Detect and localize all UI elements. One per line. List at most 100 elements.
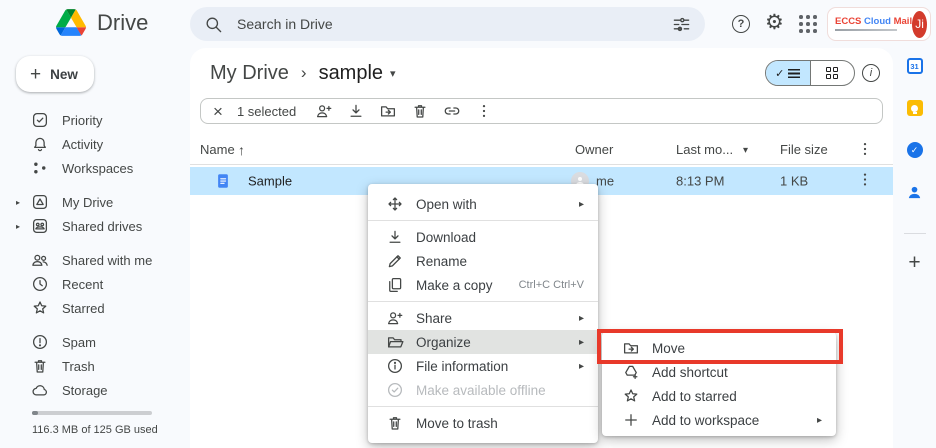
copy-icon <box>386 276 404 294</box>
sidebar-item-my-drive[interactable]: ▸ My Drive <box>0 190 190 214</box>
submenu-caret-icon: ▸ <box>579 313 584 324</box>
menu-item-open-with[interactable]: Open with ▸ <box>368 192 598 216</box>
trash-icon <box>386 414 404 432</box>
file-table-header: Name ↑ Owner Last mo... ▾ File size <box>190 140 893 165</box>
star-icon <box>622 387 640 405</box>
sidebar-group: Priority Activity Workspaces <box>0 108 190 180</box>
menu-item-label: Add to workspace <box>652 413 805 428</box>
sidebar-item-storage[interactable]: Storage <box>0 378 190 402</box>
menu-item-label: Move to trash <box>416 416 584 431</box>
new-button-label: New <box>50 67 78 82</box>
menu-item-rename[interactable]: Rename <box>368 249 598 273</box>
my-drive-icon <box>31 193 49 211</box>
sidebar-item-spam[interactable]: Spam <box>0 330 190 354</box>
menu-item-label: Rename <box>416 254 584 269</box>
sort-ascending-icon[interactable]: ↑ <box>238 142 245 158</box>
folder-menu-caret-icon[interactable]: ▾ <box>390 67 396 80</box>
account-badge[interactable]: ECCS Cloud Mail Ji <box>827 7 931 41</box>
sidebar-item-starred[interactable]: Starred <box>0 296 190 320</box>
search-input[interactable] <box>235 15 660 33</box>
download-icon <box>386 228 404 246</box>
tasks-icon[interactable]: ✓ <box>907 142 923 158</box>
calendar-icon[interactable]: 31 <box>907 58 923 74</box>
sidebar-group: Spam Trash Storage <box>0 330 190 402</box>
person-add-icon <box>386 309 404 327</box>
spam-icon <box>31 333 49 351</box>
column-header-owner[interactable]: Owner <box>575 142 613 157</box>
breadcrumb-root[interactable]: My Drive <box>210 62 289 85</box>
menu-item-organize[interactable]: Organize ▸ <box>368 330 598 354</box>
modified-caret-icon[interactable]: ▾ <box>743 145 748 156</box>
column-header-modified[interactable]: Last mo... <box>676 142 733 157</box>
plus-icon: + <box>30 65 41 84</box>
help-icon[interactable]: ? <box>732 15 750 33</box>
dots-vertical-icon <box>856 140 874 158</box>
get-addons-button[interactable]: + <box>908 251 920 275</box>
details-info-icon[interactable]: i <box>862 64 880 82</box>
menu-item-share[interactable]: Share ▸ <box>368 306 598 330</box>
keep-icon[interactable] <box>907 100 923 116</box>
sidebar-item-shared-drives[interactable]: ▸ Shared drives <box>0 214 190 238</box>
view-toggle: ✓ <box>765 60 855 86</box>
sidebar-item-shared-with-me[interactable]: Shared with me <box>0 248 190 272</box>
user-avatar[interactable]: Ji <box>912 11 927 38</box>
column-header-name[interactable]: Name <box>200 142 235 157</box>
sidebar-item-recent[interactable]: Recent <box>0 272 190 296</box>
clear-selection-icon[interactable]: × <box>213 103 223 120</box>
move-button[interactable] <box>372 99 404 123</box>
star-icon <box>31 299 49 317</box>
top-bar: Drive ? ⚙ ECCS Cloud Mail <box>0 0 936 48</box>
menu-item-download[interactable]: Download <box>368 225 598 249</box>
link-icon <box>443 102 461 120</box>
submenu-item-add-shortcut[interactable]: Add shortcut <box>602 360 836 384</box>
sidebar-item-activity[interactable]: Activity <box>0 132 190 156</box>
breadcrumb-current[interactable]: sample <box>319 62 383 85</box>
menu-item-file-information[interactable]: File information ▸ <box>368 354 598 378</box>
list-view-button[interactable]: ✓ <box>766 61 811 85</box>
row-more-button[interactable] <box>856 171 874 192</box>
people-icon <box>31 251 49 269</box>
new-button[interactable]: + New <box>16 56 94 92</box>
menu-item-label: Make a copy <box>416 278 507 293</box>
sidebar-item-label: Trash <box>62 359 95 374</box>
submenu-item-add-to-starred[interactable]: Add to starred <box>602 384 836 408</box>
account-tagline-line <box>835 29 897 31</box>
column-header-size[interactable]: File size <box>780 142 828 157</box>
download-icon <box>347 102 365 120</box>
priority-icon <box>31 111 49 129</box>
pencil-icon <box>386 252 404 270</box>
trash-button[interactable] <box>404 99 436 123</box>
more-actions-button[interactable] <box>468 99 500 123</box>
settings-gear-icon[interactable]: ⚙ <box>765 12 784 34</box>
search-filters-icon[interactable] <box>672 15 691 34</box>
sidebar-item-workspaces[interactable]: Workspaces <box>0 156 190 180</box>
organize-submenu: Move Add shortcut Add to starred Add to … <box>602 332 836 436</box>
grid-view-button[interactable] <box>811 61 855 85</box>
menu-item-move-to-trash[interactable]: Move to trash <box>368 411 598 435</box>
expand-caret-icon[interactable]: ▸ <box>16 222 20 231</box>
storage-usage-text: 116.3 MB of 125 GB used <box>32 424 190 436</box>
menu-item-make-a-copy[interactable]: Make a copy Ctrl+C Ctrl+V <box>368 273 598 297</box>
sidebar-item-priority[interactable]: Priority <box>0 108 190 132</box>
search-bar[interactable] <box>190 7 705 41</box>
sidebar-item-label: Activity <box>62 137 103 152</box>
download-button[interactable] <box>340 99 372 123</box>
keyboard-shortcut: Ctrl+C Ctrl+V <box>519 279 584 291</box>
check-icon: ✓ <box>775 67 784 80</box>
sidebar-item-trash[interactable]: Trash <box>0 354 190 378</box>
contacts-icon[interactable] <box>906 184 923 206</box>
apps-grid-icon[interactable] <box>799 15 817 33</box>
account-brand: ECCS Cloud Mail <box>835 17 912 31</box>
submenu-caret-icon: ▸ <box>579 199 584 210</box>
submenu-item-move[interactable]: Move <box>602 336 836 360</box>
copy-link-button[interactable] <box>436 99 468 123</box>
expand-caret-icon[interactable]: ▸ <box>16 198 20 207</box>
share-button[interactable] <box>308 99 340 123</box>
storage-progress-used <box>32 411 38 415</box>
search-icon <box>204 15 223 34</box>
drive-brand[interactable]: Drive <box>56 9 148 36</box>
person-add-icon <box>315 102 333 120</box>
columns-menu-button[interactable] <box>856 140 874 161</box>
submenu-item-add-to-workspace[interactable]: Add to workspace ▸ <box>602 408 836 432</box>
calendar-day: 31 <box>910 62 918 71</box>
